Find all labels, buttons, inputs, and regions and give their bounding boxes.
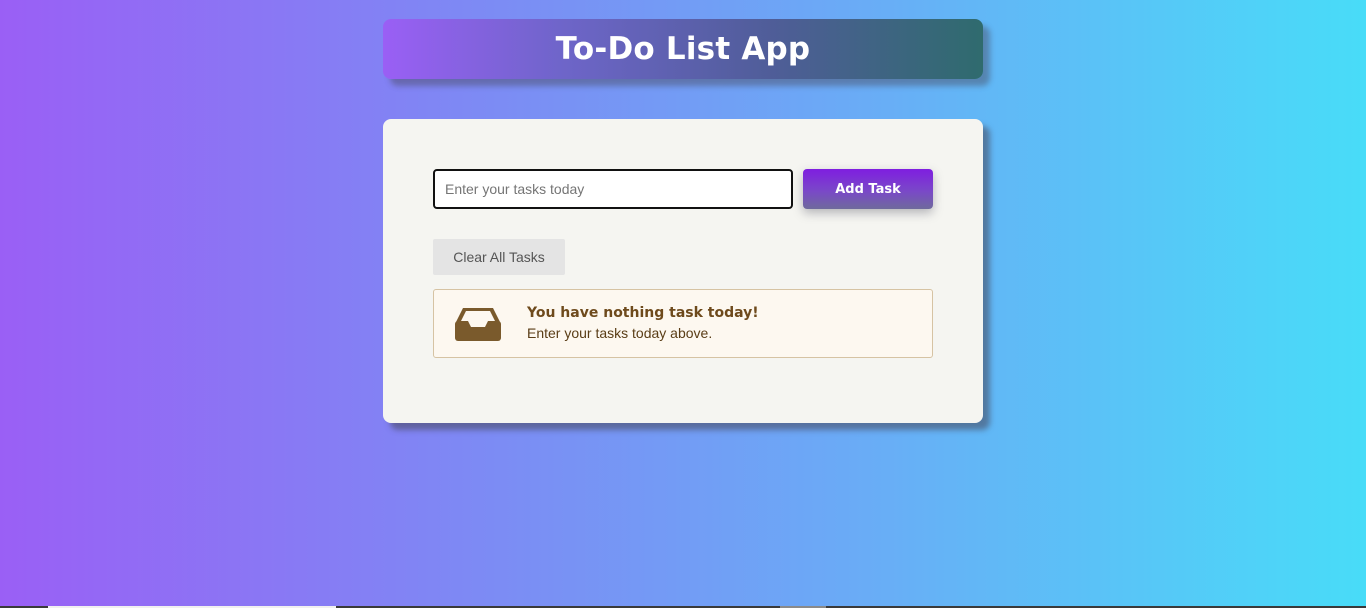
task-input[interactable] <box>433 169 793 209</box>
empty-state-notice: You have nothing task today! Enter your … <box>433 289 933 358</box>
add-task-button[interactable]: Add Task <box>803 169 933 209</box>
page-title: To-Do List App <box>555 31 811 67</box>
empty-state-title: You have nothing task today! <box>527 305 759 321</box>
inbox-icon <box>454 306 502 342</box>
empty-state-subtitle: Enter your tasks today above. <box>527 325 713 341</box>
task-card: Add Task Clear All Tasks You have nothin… <box>383 119 983 423</box>
app-header: To-Do List App <box>383 19 983 79</box>
clear-all-tasks-button[interactable]: Clear All Tasks <box>433 239 565 275</box>
